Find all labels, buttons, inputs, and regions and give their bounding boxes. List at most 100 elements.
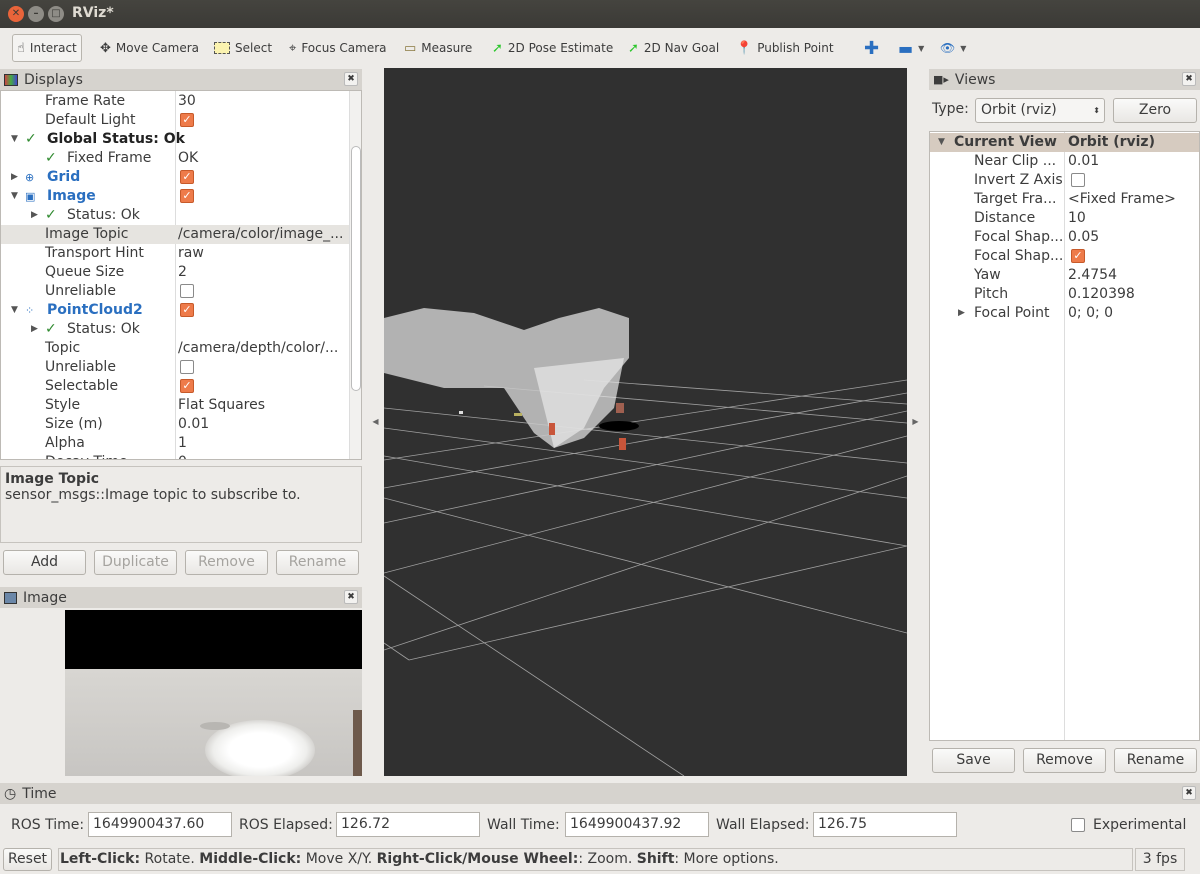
property-value[interactable]: 0.05 — [1068, 228, 1099, 247]
tool-focus-camera[interactable]: ⌖ Focus Camera — [285, 34, 391, 62]
collapse-right-handle[interactable]: ▶ — [907, 68, 924, 776]
view-property-row[interactable]: Pitch 0.120398 — [930, 285, 1199, 304]
reset-button[interactable]: Reset — [3, 848, 52, 871]
display-row[interactable]: ▶ ⊕ Grid ✓ — [1, 168, 349, 187]
display-row[interactable]: ▶ ✓ Status: Ok — [1, 206, 349, 225]
add-display-button[interactable]: Add — [3, 550, 86, 575]
property-value[interactable]: raw — [178, 244, 204, 263]
display-row[interactable]: Selectable ✓ — [1, 377, 349, 396]
wall-elapsed-field[interactable]: 126.75 — [813, 812, 957, 837]
view-property-row[interactable]: Focal Shap... 0.05 — [930, 228, 1199, 247]
duplicate-display-button[interactable]: Duplicate — [94, 550, 177, 575]
view-property-row[interactable]: ▼ Current View Orbit (rviz) — [930, 133, 1199, 152]
checkbox[interactable] — [180, 360, 194, 374]
property-value[interactable]: 0; 0; 0 — [1068, 304, 1113, 323]
zero-button[interactable]: Zero — [1113, 98, 1197, 123]
close-icon[interactable]: ✖ — [344, 72, 358, 86]
property-value[interactable]: 0.120398 — [1068, 285, 1135, 304]
displays-tree[interactable]: Frame Rate 30 Default Light ✓ ▼ ✓ Global Statu… — [0, 90, 362, 460]
remove-tool-button[interactable]: ▬ ▼ — [894, 34, 928, 62]
property-value[interactable]: /camera/color/image_... — [178, 225, 343, 244]
checkbox[interactable] — [1071, 173, 1085, 187]
ros-time-field[interactable]: 1649900437.60 — [88, 812, 232, 837]
property-value[interactable]: Orbit (rviz) — [1068, 133, 1155, 152]
view-property-row[interactable]: Distance 10 — [930, 209, 1199, 228]
rename-display-button[interactable]: Rename — [276, 550, 359, 575]
scrollbar-thumb[interactable] — [351, 146, 361, 391]
expand-arrow-down-icon[interactable]: ▼ — [11, 130, 18, 149]
minimize-window-button[interactable]: – — [28, 6, 44, 22]
display-row[interactable]: ▼ ⁘ PointCloud2 ✓ — [1, 301, 349, 320]
property-value[interactable]: /camera/depth/color/... — [178, 339, 338, 358]
display-row[interactable]: ✓ Fixed Frame OK — [1, 149, 349, 168]
save-view-button[interactable]: Save — [932, 748, 1015, 773]
display-row[interactable]: Alpha 1 — [1, 434, 349, 453]
checkbox[interactable]: ✓ — [180, 170, 194, 184]
checkbox[interactable]: ✓ — [180, 189, 194, 203]
display-row[interactable]: Transport Hint raw — [1, 244, 349, 263]
property-value[interactable]: OK — [178, 149, 198, 168]
display-row[interactable]: ▼ ✓ Global Status: Ok — [1, 130, 349, 149]
tool-publish-point[interactable]: 📍 Publish Point — [732, 34, 838, 62]
property-value[interactable]: Flat Squares — [178, 396, 265, 415]
display-row[interactable]: Unreliable — [1, 282, 349, 301]
property-value[interactable]: 0.01 — [178, 415, 209, 434]
view-property-row[interactable]: ▶ Focal Point 0; 0; 0 — [930, 304, 1199, 323]
display-row[interactable]: Image Topic/camera/color/image_... — [1, 225, 349, 244]
tool-move-camera[interactable]: ✥ Move Camera — [96, 34, 203, 62]
tool-select[interactable]: Select — [210, 34, 276, 62]
display-row[interactable]: Size (m) 0.01 — [1, 415, 349, 434]
remove-display-button[interactable]: Remove — [185, 550, 268, 575]
view-property-row[interactable]: Invert Z Axis — [930, 171, 1199, 190]
display-row[interactable]: ▶ ✓ Status: Ok — [1, 320, 349, 339]
ros-elapsed-field[interactable]: 126.72 — [336, 812, 480, 837]
property-value[interactable]: 2 — [178, 263, 187, 282]
checkbox[interactable] — [180, 284, 194, 298]
displays-scrollbar[interactable] — [349, 91, 361, 459]
close-window-button[interactable]: ✕ — [8, 6, 24, 22]
checkbox[interactable]: ✓ — [180, 113, 194, 127]
view-property-row[interactable]: Yaw 2.4754 — [930, 266, 1199, 285]
display-row[interactable]: ▼ ▣ Image ✓ — [1, 187, 349, 206]
property-value[interactable]: 0 — [178, 453, 187, 459]
expand-arrow-down-icon[interactable]: ▼ — [938, 133, 945, 152]
checkbox[interactable]: ✓ — [180, 303, 194, 317]
views-tree[interactable]: ▼ Current View Orbit (rviz) Near Clip ... 0.… — [929, 131, 1200, 741]
tool-interact[interactable]: ☝ Interact — [12, 34, 82, 62]
expand-arrow-right-icon[interactable]: ▶ — [31, 206, 38, 225]
display-row[interactable]: Unreliable — [1, 358, 349, 377]
property-value[interactable]: 10 — [1068, 209, 1086, 228]
view-property-row[interactable]: Near Clip ... 0.01 — [930, 152, 1199, 171]
property-value[interactable]: 1 — [178, 434, 187, 453]
tool-2d-pose-estimate[interactable]: ➚ 2D Pose Estimate — [488, 34, 617, 62]
property-value[interactable]: 2.4754 — [1068, 266, 1117, 285]
experimental-checkbox[interactable] — [1071, 818, 1085, 832]
close-icon[interactable]: ✖ — [1182, 786, 1196, 800]
rename-view-button[interactable]: Rename — [1114, 748, 1197, 773]
expand-arrow-down-icon[interactable]: ▼ — [11, 301, 18, 320]
view-type-select[interactable]: Orbit (rviz) ⬍ — [975, 98, 1105, 123]
panels-menu-button[interactable]: 👁 ▼ — [936, 34, 970, 62]
view-property-row[interactable]: Target Fra... <Fixed Frame> — [930, 190, 1199, 209]
property-value[interactable]: <Fixed Frame> — [1068, 190, 1176, 209]
expand-arrow-right-icon[interactable]: ▶ — [958, 304, 965, 323]
display-row[interactable]: Default Light ✓ — [1, 111, 349, 130]
property-value[interactable]: 30 — [178, 92, 196, 111]
display-row[interactable]: Frame Rate 30 — [1, 92, 349, 111]
3d-viewport[interactable] — [384, 68, 907, 776]
remove-view-button[interactable]: Remove — [1023, 748, 1106, 773]
expand-arrow-right-icon[interactable]: ▶ — [31, 320, 38, 339]
display-row[interactable]: Topic/camera/depth/color/... — [1, 339, 349, 358]
display-row[interactable]: Queue Size 2 — [1, 263, 349, 282]
tool-2d-nav-goal[interactable]: ➚ 2D Nav Goal — [624, 34, 723, 62]
expand-arrow-right-icon[interactable]: ▶ — [11, 168, 18, 187]
property-value[interactable]: 0.01 — [1068, 152, 1099, 171]
maximize-window-button[interactable]: □ — [48, 6, 64, 22]
expand-arrow-down-icon[interactable]: ▼ — [11, 187, 18, 206]
close-icon[interactable]: ✖ — [344, 590, 358, 604]
tool-measure[interactable]: ▭ Measure — [400, 34, 476, 62]
close-icon[interactable]: ✖ — [1182, 72, 1196, 86]
checkbox[interactable]: ✓ — [180, 379, 194, 393]
checkbox[interactable]: ✓ — [1071, 249, 1085, 263]
collapse-left-handle[interactable]: ◀ — [367, 68, 384, 776]
